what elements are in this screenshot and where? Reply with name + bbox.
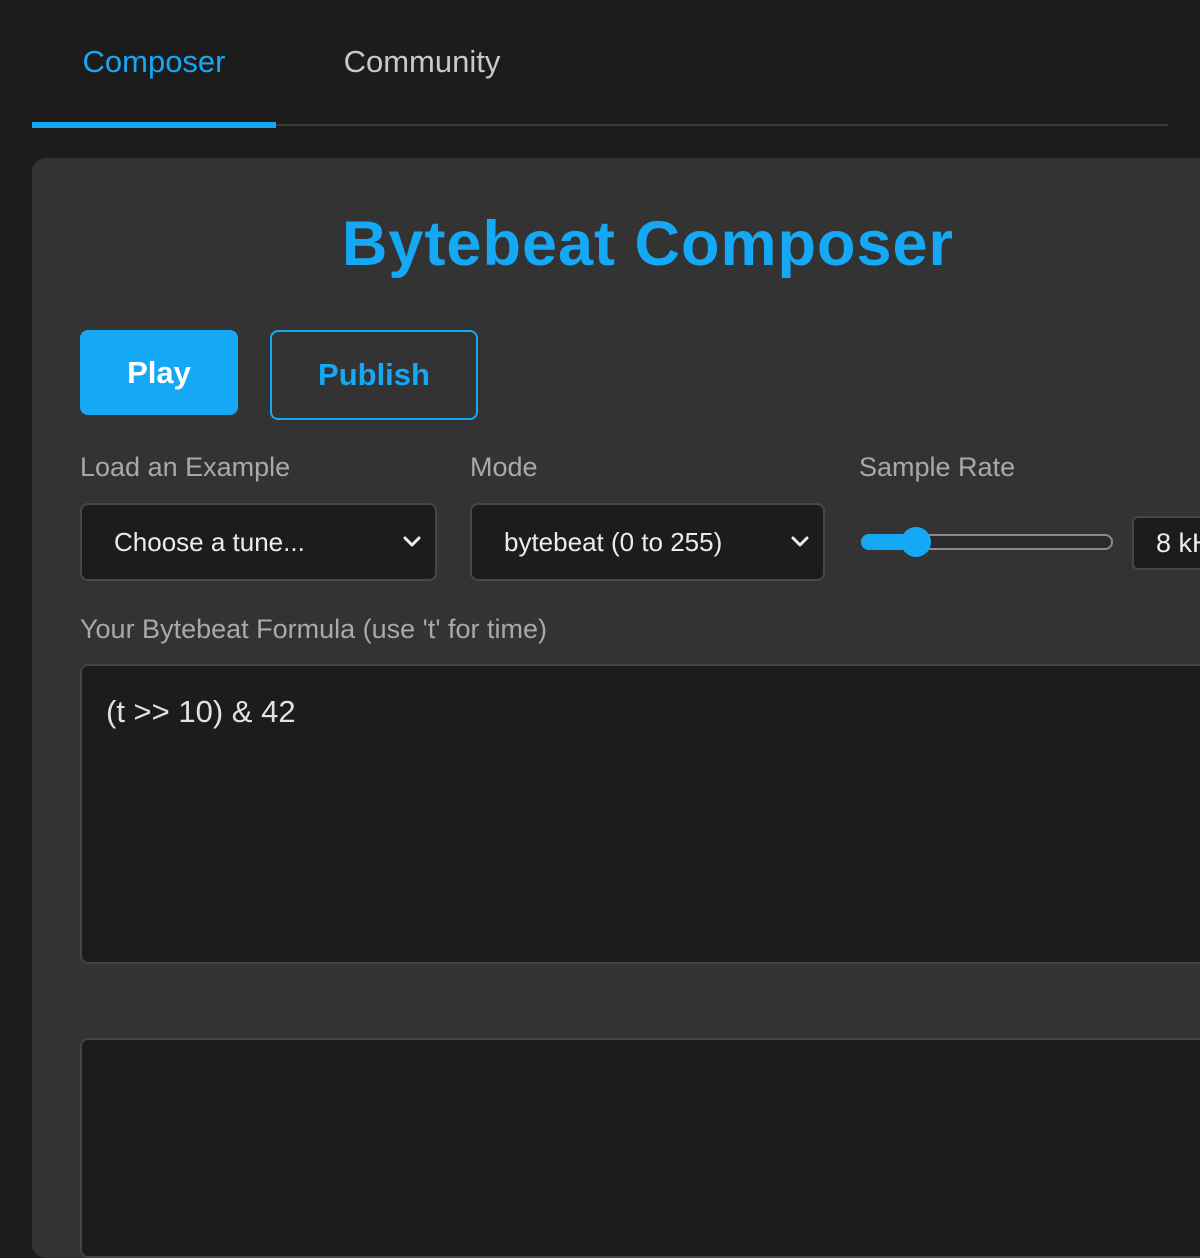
sample-rate-value: 8 kHz xyxy=(1132,516,1200,570)
page-title: Bytebeat Composer xyxy=(341,209,955,279)
publish-button[interactable]: Publish xyxy=(270,330,478,420)
example-label: Load an Example xyxy=(80,452,291,482)
formula-label: Your Bytebeat Formula (use 't' for time) xyxy=(80,614,548,644)
play-button[interactable]: Play xyxy=(80,330,238,415)
chevron-down-icon xyxy=(403,536,421,547)
sample-rate-label: Sample Rate xyxy=(859,452,1016,482)
tab-composer[interactable]: Composer xyxy=(32,0,276,128)
example-select[interactable]: Choose a tune... xyxy=(80,503,437,581)
formula-input[interactable]: (t >> 10) & 42 xyxy=(80,664,1200,964)
output-area xyxy=(80,1038,1200,1258)
tab-bar: Composer Community xyxy=(32,0,1168,128)
chevron-down-icon xyxy=(791,536,809,547)
mode-select-value: bytebeat (0 to 255) xyxy=(504,526,723,557)
mode-select[interactable]: bytebeat (0 to 255) xyxy=(470,503,825,581)
tab-community[interactable]: Community xyxy=(298,0,546,126)
sample-rate-slider[interactable] xyxy=(859,522,1115,562)
slider-thumb[interactable] xyxy=(900,527,931,557)
example-select-value: Choose a tune... xyxy=(114,526,305,557)
mode-label: Mode xyxy=(470,452,538,482)
